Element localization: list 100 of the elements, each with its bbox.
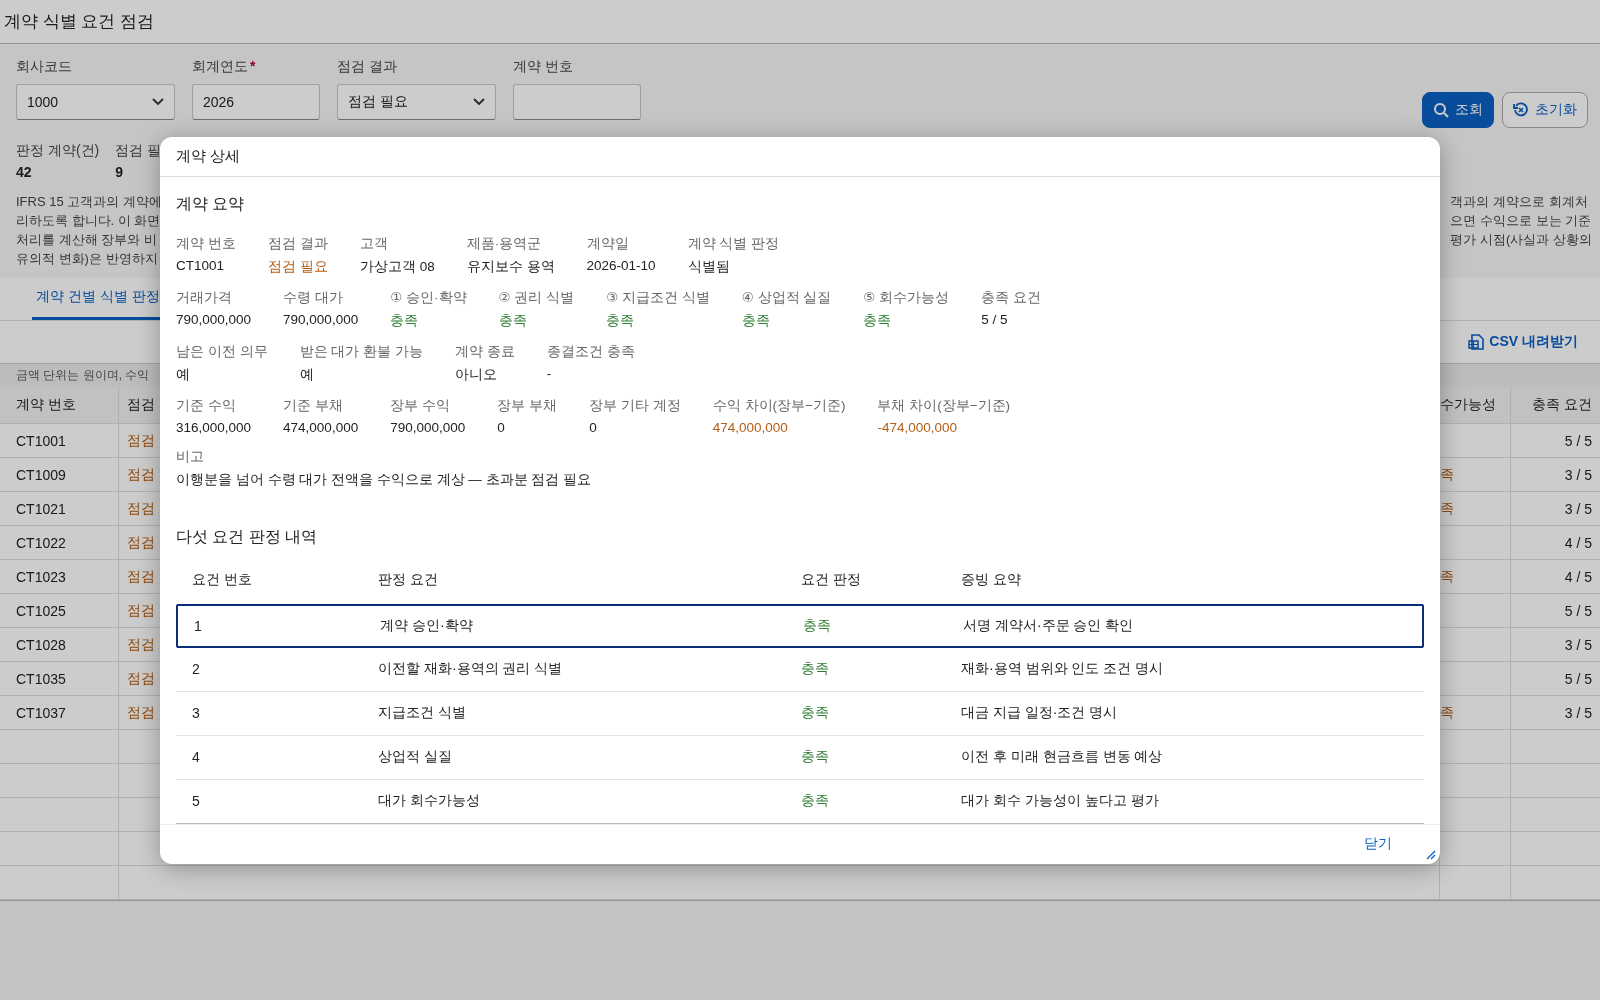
table-cell: CT1022	[0, 526, 119, 559]
table-cell-text: 4 / 5	[1563, 533, 1593, 553]
field-label: 회계연도	[192, 58, 248, 76]
field-value: 790,000,000	[176, 311, 252, 327]
table-cell: CT1035	[0, 662, 119, 695]
table-cell-text: 대가 회수 가능성이 높다고 평가	[960, 792, 1160, 811]
column-header: 요건 번호	[191, 570, 253, 589]
column-header: 요건 판정	[800, 570, 862, 589]
field-label: 받은 대가 환불 가능	[299, 342, 423, 361]
table-cell: CT1023	[0, 560, 119, 593]
table-cell: CT1001	[0, 424, 119, 457]
search-button[interactable]: 조회	[1422, 92, 1494, 128]
field-value: 충족	[863, 311, 893, 330]
field-label: 장부 수익	[390, 396, 451, 415]
column-header: 계약 번호	[0, 387, 119, 423]
table-row[interactable]: 5 대가 회수가능성 충족 대가 회수 가능성이 높다고 평가	[176, 779, 1424, 824]
note-text: 금액 단위는 원이며, 수익	[16, 367, 150, 384]
description-text: 객과의 계약으로 회계처	[1450, 193, 1589, 211]
field-label: 기준 수익	[176, 396, 237, 415]
field-label: ③ 지급조건 식별	[606, 288, 710, 307]
file-table-icon	[1467, 333, 1486, 351]
description-text: 유의적 변화)은 반영하지	[16, 250, 159, 268]
column-header: 판정 요건	[377, 570, 439, 589]
table-row[interactable]: 2 이전할 재화·용역의 권리 식별 충족 재화·용역 범위와 인도 조건 명시	[176, 647, 1424, 692]
table-cell: CT1028	[0, 628, 119, 661]
field-label: ① 승인·확약	[390, 288, 467, 307]
chevron-down-icon	[152, 98, 164, 106]
resize-grip-icon[interactable]	[1426, 850, 1436, 860]
input-field[interactable]	[513, 84, 641, 120]
field-label: 비고	[176, 447, 205, 466]
summary-label: 판정 계약(건)	[16, 142, 100, 160]
description-text: 처리를 계산해 장부와 비	[16, 231, 158, 249]
csv-download-button[interactable]: CSV 내려받기	[1461, 332, 1584, 352]
field-label: 점검 결과	[337, 58, 397, 76]
select-field[interactable]: 1000	[16, 84, 175, 120]
close-link[interactable]: 닫기	[1364, 835, 1392, 854]
chevron-down-icon	[473, 98, 485, 106]
column-header: 증빙 요약	[960, 570, 1022, 589]
table-cell: CT1025	[0, 594, 119, 627]
required-mark: *	[250, 58, 256, 76]
table-cell-text: 상업적 실질	[377, 748, 453, 767]
dialog-title: 계약 상세	[176, 146, 241, 166]
field-label: 부채 차이(장부−기준)	[877, 396, 1011, 415]
description-text: 리하도록 합니다. 이 화면	[16, 212, 162, 230]
table-cell-text: 충족	[800, 748, 830, 767]
field-value: 충족	[390, 311, 420, 330]
field-label: 회사코드	[16, 58, 72, 76]
summary-value: 42	[16, 164, 33, 180]
field-label: 거래가격	[176, 288, 233, 307]
field-value: -	[546, 365, 553, 381]
field-label: 고객	[360, 234, 389, 253]
input-field[interactable]: 2026	[192, 84, 320, 120]
field-value: 식별됨	[687, 257, 731, 276]
table-cell: CT1009	[0, 458, 119, 491]
description-text: 으면 수익으로 보는 기준	[1450, 212, 1592, 230]
reset-button[interactable]: 초기화	[1502, 92, 1588, 128]
table-cell-text: 3 / 5	[1563, 703, 1593, 723]
table-cell-text: 지급조건 식별	[377, 704, 467, 723]
field-label: 충족 요건	[981, 288, 1042, 307]
field-label: 계약 번호	[513, 58, 573, 76]
table-row[interactable]: 3 지급조건 식별 충족 대금 지급 일정·조건 명시	[176, 691, 1424, 736]
field-value: 예	[299, 365, 315, 384]
field-label: 계약 종료	[454, 342, 515, 361]
field-label: 수익 차이(장부−기준)	[712, 396, 846, 415]
column-header: 충족 요건	[1531, 395, 1593, 414]
table-cell-text: 충족	[800, 660, 830, 679]
table-cell-text: 충족	[800, 792, 830, 811]
field-value: 790,000,000	[283, 311, 359, 327]
summary-value: 9	[115, 164, 124, 180]
field-value: 아니오	[454, 365, 498, 384]
field-label: 점검 결과	[268, 234, 328, 253]
table-row[interactable]: 1 계약 승인·확약 충족 서명 계약서·주문 승인 확인	[176, 603, 1424, 648]
table-cell-text: 대금 지급 일정·조건 명시	[960, 704, 1119, 723]
select-field[interactable]: 점검 필요	[337, 84, 496, 120]
field-value: 예	[176, 365, 191, 384]
remark-text: 이행분을 넘어 수령 대가 전액을 수익으로 계상 — 초과분 점검 필요	[176, 470, 592, 489]
table-cell: CT1037	[0, 696, 119, 729]
section-title: 다섯 요건 판정 내역	[176, 526, 319, 547]
table-cell-text: 3 / 5	[1563, 499, 1593, 519]
field-label: ② 권리 식별	[498, 288, 575, 307]
table-cell-text: 2	[191, 661, 201, 678]
table-cell-text: 대가 회수가능성	[377, 792, 481, 811]
field-value: 유지보수 용역	[466, 257, 555, 276]
search-icon	[1433, 102, 1449, 118]
field-value: 충족	[498, 311, 528, 330]
field-label: ⑤ 회수가능성	[863, 288, 950, 307]
summary-label: 점검 필	[115, 142, 162, 160]
field-label: 계약일	[586, 234, 630, 253]
field-value: 5 / 5	[981, 311, 1009, 327]
field-label: 계약 식별 판정	[687, 234, 780, 253]
table-cell-text: 5 / 5	[1563, 601, 1593, 621]
description-text: IFRS 15 고객과의 계약에	[16, 193, 162, 211]
field-value: 충족	[741, 311, 771, 330]
field-label: 기준 부채	[283, 396, 344, 415]
table-cell-text: 충족	[800, 704, 830, 723]
table-cell-text: 4	[191, 749, 201, 766]
field-label: 제품·용역군	[466, 234, 543, 253]
section-title: 계약 요약	[176, 193, 246, 214]
table-row[interactable]: 4 상업적 실질 충족 이전 후 미래 현금흐름 변동 예상	[176, 735, 1424, 780]
field-label: 종결조건 충족	[546, 342, 635, 361]
